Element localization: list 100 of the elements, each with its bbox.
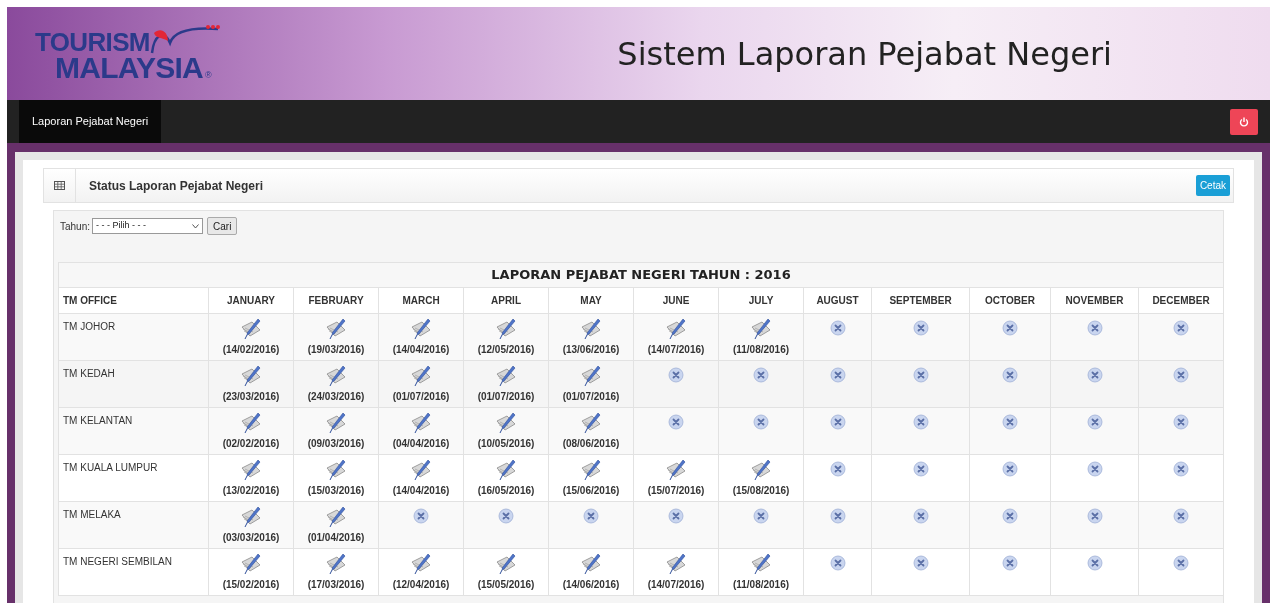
report-date: (15/06/2016): [562, 484, 620, 498]
column-header: JUNE: [633, 287, 719, 314]
document-pen-icon: [239, 505, 263, 529]
logo-text: TOURISM: [35, 28, 150, 55]
document-pen-icon: [324, 411, 348, 435]
x-circle-icon: [1086, 320, 1103, 336]
year-label: Tahun:: [60, 219, 91, 234]
x-circle-icon: [1173, 320, 1189, 336]
column-header: SEPTEMBER: [871, 287, 970, 314]
x-circle-icon: [668, 508, 684, 524]
report-date: (08/06/2016): [562, 437, 620, 451]
report-date: (12/05/2016): [477, 343, 535, 357]
x-circle-icon: [1086, 367, 1103, 383]
logo-text: MALAYSIA: [55, 52, 203, 83]
x-circle-icon: [912, 555, 929, 571]
document-pen-icon: [409, 364, 433, 388]
report-date: (11/08/2016): [732, 343, 790, 357]
panel-title: Status Laporan Pejabat Negeri: [89, 177, 265, 195]
document-pen-icon: [239, 317, 263, 341]
report-date: (01/07/2016): [562, 390, 620, 404]
x-circle-icon: [668, 414, 684, 430]
report-date: (15/03/2016): [307, 484, 365, 498]
report-date: (02/02/2016): [222, 437, 280, 451]
x-circle-icon: [1173, 367, 1189, 383]
report-date: (09/03/2016): [307, 437, 365, 451]
document-pen-icon: [579, 458, 603, 482]
chevron-down-icon: [192, 223, 200, 229]
report-date: (15/02/2016): [222, 578, 280, 592]
x-circle-icon: [583, 508, 599, 524]
year-select[interactable]: - - - Pilih - - -: [92, 218, 204, 234]
document-pen-icon: [239, 458, 263, 482]
report-date: (15/08/2016): [732, 484, 790, 498]
report-date: (23/03/2016): [222, 390, 280, 404]
document-pen-icon: [324, 552, 348, 576]
document-pen-icon: [494, 317, 518, 341]
report-date: (01/04/2016): [307, 531, 365, 545]
document-pen-icon: [579, 364, 603, 388]
office-name: TM JOHOR: [62, 320, 117, 334]
registered-mark: ®: [204, 70, 212, 80]
office-name: TM KUALA LUMPUR: [62, 461, 159, 475]
x-circle-icon: [753, 367, 769, 383]
x-circle-icon: [1002, 555, 1018, 571]
report-date: (14/02/2016): [222, 343, 280, 357]
document-pen-icon: [579, 317, 603, 341]
office-name: TM MELAKA: [62, 508, 122, 522]
x-circle-icon: [829, 555, 846, 571]
table-caption: LAPORAN PEJABAT NEGERI TAHUN : 2016: [58, 262, 1224, 288]
document-pen-icon: [409, 552, 433, 576]
document-pen-icon: [664, 552, 688, 576]
x-circle-icon: [829, 320, 846, 336]
report-date: (12/04/2016): [392, 578, 450, 592]
x-circle-icon: [1086, 414, 1103, 430]
office-name: TM KELANTAN: [62, 414, 134, 428]
document-pen-icon: [409, 458, 433, 482]
x-circle-icon: [1002, 461, 1018, 477]
document-pen-icon: [409, 317, 433, 341]
x-circle-icon: [829, 508, 846, 524]
power-button[interactable]: [1230, 108, 1258, 135]
document-pen-icon: [579, 411, 603, 435]
report-date: (13/06/2016): [562, 343, 620, 357]
nav-tab[interactable]: Laporan Pejabat Negeri: [19, 100, 162, 143]
document-pen-icon: [324, 317, 348, 341]
column-header: FEBRUARY: [293, 287, 379, 314]
x-circle-icon: [1086, 461, 1103, 477]
document-pen-icon: [749, 458, 773, 482]
report-date: (11/08/2016): [732, 578, 790, 592]
x-circle-icon: [912, 367, 929, 383]
report-date: (13/02/2016): [222, 484, 280, 498]
report-date: (01/07/2016): [392, 390, 450, 404]
report-date: (14/07/2016): [647, 343, 705, 357]
column-header: DECEMBER: [1138, 287, 1224, 314]
column-header: MAY: [548, 287, 634, 314]
report-date: (16/05/2016): [477, 484, 535, 498]
report-date: (04/04/2016): [392, 437, 450, 451]
report-date: (14/06/2016): [562, 578, 620, 592]
x-circle-icon: [413, 508, 429, 524]
document-pen-icon: [749, 317, 773, 341]
document-pen-icon: [324, 458, 348, 482]
x-circle-icon: [668, 367, 684, 383]
document-pen-icon: [494, 552, 518, 576]
x-circle-icon: [1173, 555, 1189, 571]
x-circle-icon: [912, 320, 929, 336]
document-pen-icon: [409, 411, 433, 435]
table-icon: [54, 181, 65, 190]
document-pen-icon: [239, 411, 263, 435]
office-name: TM NEGERI SEMBILAN: [62, 555, 173, 569]
report-date: (14/04/2016): [392, 343, 450, 357]
report-date: (14/04/2016): [392, 484, 450, 498]
document-pen-icon: [324, 364, 348, 388]
report-date: (14/07/2016): [647, 578, 705, 592]
report-date: (03/03/2016): [222, 531, 280, 545]
column-header: TM OFFICE: [58, 287, 209, 314]
x-circle-icon: [1086, 555, 1103, 571]
document-pen-icon: [664, 458, 688, 482]
report-date: (15/07/2016): [647, 484, 705, 498]
column-header: AUGUST: [803, 287, 872, 314]
x-circle-icon: [912, 461, 929, 477]
x-circle-icon: [1086, 508, 1103, 524]
search-button[interactable]: Cari: [207, 217, 238, 235]
x-circle-icon: [912, 414, 929, 430]
